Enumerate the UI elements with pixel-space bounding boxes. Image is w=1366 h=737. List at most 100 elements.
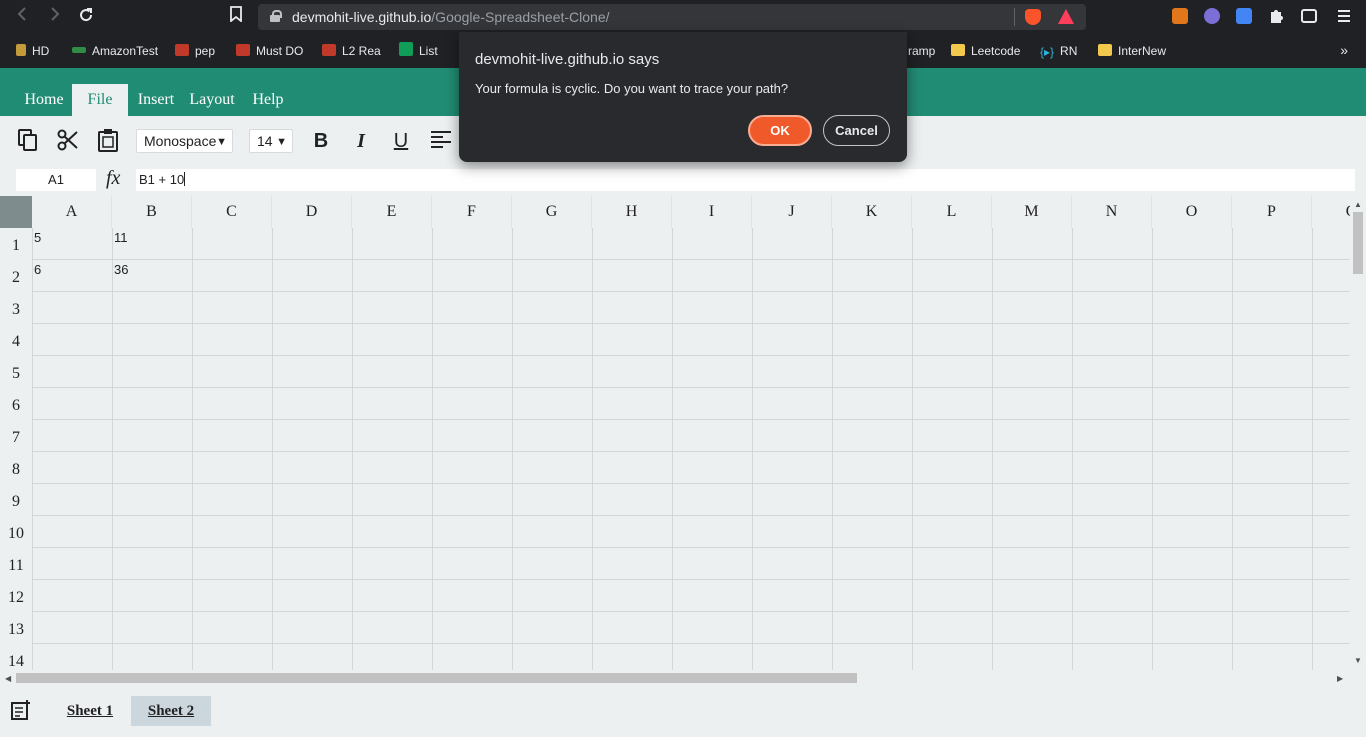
column-header[interactable]: I (672, 196, 752, 228)
formula-input[interactable]: B1 + 10 (136, 169, 1355, 191)
brave-rewards-icon[interactable] (1058, 9, 1074, 24)
bookmark-amazontest[interactable]: AmazonTest (72, 42, 158, 60)
alert-dialog: devmohit-live.github.io says Your formul… (459, 32, 907, 162)
wallet-icon[interactable] (1301, 9, 1317, 23)
cell-b2[interactable]: 36 (114, 262, 128, 277)
menu-layout[interactable]: Layout (186, 84, 238, 116)
bookmark-leetcode[interactable]: Leetcode (951, 42, 1020, 60)
bookmark-list[interactable]: List (399, 42, 438, 60)
row-header[interactable]: 4 (0, 324, 32, 356)
font-size-select[interactable]: 14 ▼ (249, 129, 293, 153)
brave-icon[interactable] (1025, 9, 1041, 25)
address-divider (1014, 8, 1015, 26)
select-all-corner[interactable] (0, 196, 32, 228)
reload-icon[interactable] (75, 6, 97, 28)
horizontal-scroll-thumb[interactable] (16, 673, 857, 683)
more-bookmarks-icon[interactable]: » (1340, 42, 1348, 58)
menu-file[interactable]: File (72, 84, 128, 116)
row-header[interactable]: 9 (0, 484, 32, 516)
font-family-select[interactable]: Monospace ▼ (136, 129, 233, 153)
row-header[interactable]: 11 (0, 548, 32, 580)
column-header[interactable]: A (32, 196, 112, 228)
metamask-icon[interactable] (1172, 8, 1188, 24)
ok-button[interactable]: OK (748, 115, 812, 146)
extensions-puzzle-icon[interactable] (1268, 8, 1284, 24)
row-header[interactable]: 8 (0, 452, 32, 484)
add-sheet-icon[interactable] (10, 699, 32, 721)
row-header[interactable]: 6 (0, 388, 32, 420)
scroll-up-icon[interactable]: ▲ (1354, 200, 1362, 209)
sheet-tab-1[interactable]: Sheet 1 (60, 696, 120, 726)
bookmark-pep[interactable]: pep (175, 42, 215, 60)
column-header[interactable]: D (272, 196, 352, 228)
sheet-bar: Sheet 1 Sheet 2 (0, 686, 1366, 737)
pep-icon (236, 44, 250, 56)
column-header[interactable]: C (192, 196, 272, 228)
dialog-title: devmohit-live.github.io says (475, 51, 660, 68)
bookmark-rn[interactable]: {▸} RN (1040, 42, 1077, 60)
menu-icon[interactable] (1337, 8, 1353, 24)
scroll-left-icon[interactable]: ◀ (5, 674, 11, 683)
cell-a1[interactable]: 5 (34, 230, 41, 245)
row-header[interactable]: 14 (0, 644, 32, 672)
row-header[interactable]: 10 (0, 516, 32, 548)
back-icon[interactable] (12, 6, 34, 28)
forward-icon[interactable] (43, 6, 65, 28)
bookmark-internew[interactable]: InterNew (1098, 42, 1166, 60)
chevron-down-icon: ▼ (216, 136, 227, 148)
lock-icon (270, 10, 282, 22)
column-header[interactable]: Q (1312, 196, 1350, 228)
column-header[interactable]: L (912, 196, 992, 228)
cancel-button[interactable]: Cancel (823, 115, 890, 146)
bookmark-must-do[interactable]: Must DO (236, 42, 303, 60)
menu-insert[interactable]: Insert (134, 84, 178, 116)
sheet-tab-2[interactable]: Sheet 2 (131, 696, 211, 726)
row-header[interactable]: 1 (0, 228, 32, 260)
cut-icon[interactable] (56, 128, 80, 152)
bookmark-ramp[interactable]: ramp (908, 42, 935, 60)
row-header[interactable]: 5 (0, 356, 32, 388)
column-header[interactable]: G (512, 196, 592, 228)
column-header[interactable]: O (1152, 196, 1232, 228)
row-header[interactable]: 13 (0, 612, 32, 644)
address-bar[interactable]: devmohit-live.github.io/Google-Spreadshe… (258, 4, 1086, 30)
vertical-scrollbar[interactable]: ▲ ▼ (1350, 196, 1366, 672)
column-header[interactable]: B (112, 196, 192, 228)
translate-icon[interactable] (1236, 8, 1252, 24)
cell-area[interactable] (32, 228, 1350, 672)
row-header[interactable]: 3 (0, 292, 32, 324)
column-header[interactable]: K (832, 196, 912, 228)
cell-a2[interactable]: 6 (34, 262, 41, 277)
bold-button[interactable]: B (310, 130, 332, 152)
underline-button[interactable]: U (390, 130, 412, 152)
scroll-down-icon[interactable]: ▼ (1354, 656, 1362, 665)
align-left-icon[interactable] (429, 128, 453, 152)
column-header[interactable]: H (592, 196, 672, 228)
bookmark-icon[interactable] (225, 6, 247, 28)
column-header[interactable]: F (432, 196, 512, 228)
menu-home[interactable]: Home (20, 84, 68, 116)
copy-icon[interactable] (16, 128, 40, 152)
paste-icon[interactable] (96, 128, 120, 152)
row-header[interactable]: 12 (0, 580, 32, 612)
cell-address-box[interactable]: A1 (16, 169, 96, 191)
horizontal-scrollbar[interactable]: ◀ ▶ (0, 670, 1350, 686)
cell-b1[interactable]: 11 (114, 230, 128, 245)
column-header[interactable]: M (992, 196, 1072, 228)
menu-help[interactable]: Help (248, 84, 288, 116)
italic-button[interactable]: I (350, 130, 372, 152)
chevron-down-icon: ▼ (276, 136, 287, 148)
spreadsheet-grid: ABCDEFGHIJKLMNOPQ 1234567891011121314 51… (0, 196, 1350, 672)
extension-ghost-icon[interactable] (1204, 8, 1220, 24)
scroll-right-icon[interactable]: ▶ (1337, 674, 1343, 683)
row-header[interactable]: 7 (0, 420, 32, 452)
column-header[interactable]: J (752, 196, 832, 228)
column-header[interactable]: P (1232, 196, 1312, 228)
vertical-scroll-thumb[interactable] (1353, 212, 1363, 274)
bookmark-hd[interactable]: HD (16, 42, 49, 60)
bookmark-l2-rea[interactable]: L2 Rea (322, 42, 381, 60)
column-header[interactable]: N (1072, 196, 1152, 228)
row-header[interactable]: 2 (0, 260, 32, 292)
column-header[interactable]: E (352, 196, 432, 228)
rn-icon: {▸} (1040, 45, 1055, 59)
